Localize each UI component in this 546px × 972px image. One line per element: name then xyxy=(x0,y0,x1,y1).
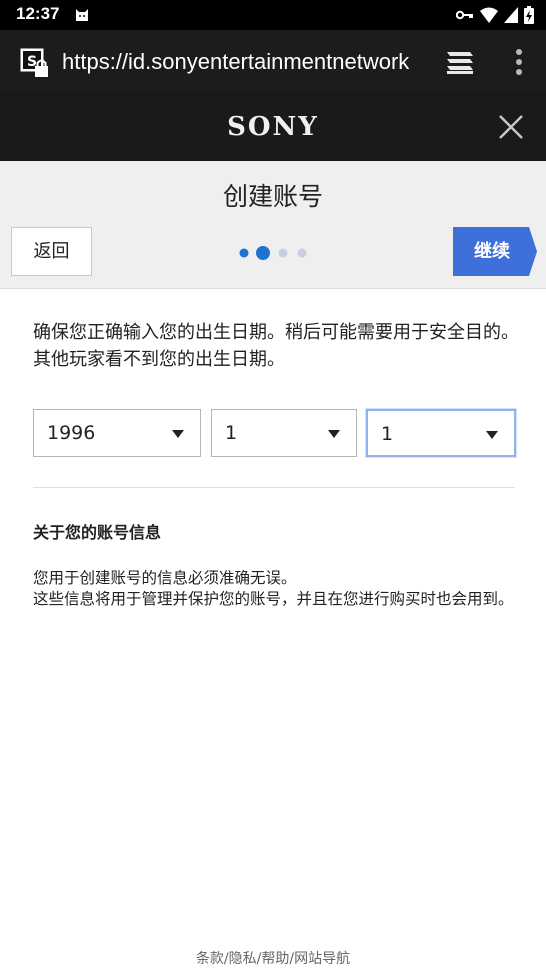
birth-day-value: 1 xyxy=(381,423,394,445)
birth-month-select[interactable]: 1 xyxy=(211,409,357,457)
back-button[interactable]: 返回 xyxy=(11,227,92,276)
step-dot-3 xyxy=(278,248,288,258)
birth-month-value: 1 xyxy=(225,422,238,444)
vpn-key-icon xyxy=(456,10,473,20)
step-dot-2 xyxy=(256,246,270,260)
footer-links[interactable]: 条款/隐私/帮助/网站导航 xyxy=(0,948,546,968)
account-info-line-2: 这些信息将用于管理并保护您的账号，并且在您进行购买时也会用到。 xyxy=(33,590,514,608)
page-title: 创建账号 xyxy=(222,182,323,211)
title-band: 创建账号 返回 继续 xyxy=(0,161,546,289)
url-field[interactable]: https://id.sonyentertainmentnetwork xyxy=(62,49,428,75)
birth-year-select[interactable]: 1996 xyxy=(33,409,201,457)
continue-label: 继续 xyxy=(474,241,510,262)
sony-logo: SONY xyxy=(227,112,319,142)
step-dot-1 xyxy=(239,248,249,258)
divider xyxy=(33,487,515,488)
step-dot-4 xyxy=(297,248,307,258)
chevron-down-icon xyxy=(328,430,340,438)
wifi-icon xyxy=(480,7,498,23)
continue-button[interactable]: 继续 xyxy=(453,227,537,276)
close-icon[interactable] xyxy=(498,114,524,140)
chevron-down-icon xyxy=(486,431,498,439)
overflow-menu-icon[interactable] xyxy=(508,47,530,77)
chevron-down-icon xyxy=(172,430,184,438)
birthdate-intro-text: 确保您正确输入您的出生日期。稍后可能需要用于安全目的。其他玩家看不到您的出生日期… xyxy=(33,322,519,370)
account-info-heading: 关于您的账号信息 xyxy=(33,523,162,542)
tabs-icon[interactable] xyxy=(444,48,476,76)
notification-cat-icon xyxy=(76,9,88,21)
site-lock-icon[interactable]: S xyxy=(20,48,50,78)
account-info-line-1: 您用于创建账号的信息必须准确无误。 xyxy=(33,569,297,587)
browser-toolbar: S https://id.sonyentertainmentnetwork xyxy=(0,30,546,92)
status-icons xyxy=(456,6,534,24)
status-bar: 12:37 xyxy=(0,0,546,30)
battery-icon xyxy=(524,6,534,24)
birth-year-value: 1996 xyxy=(47,422,96,444)
site-header: SONY xyxy=(0,92,546,161)
status-time: 12:37 xyxy=(16,4,60,23)
account-info-text: 您用于创建账号的信息必须准确无误。 这些信息将用于管理并保护您的账号，并且在您进… xyxy=(33,568,523,610)
signal-icon xyxy=(504,7,518,23)
birth-day-select[interactable]: 1 xyxy=(366,409,516,457)
step-indicator xyxy=(239,246,307,260)
